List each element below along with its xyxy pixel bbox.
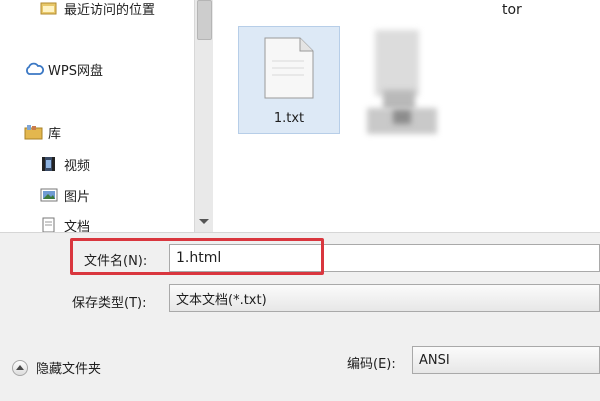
- scrollbar-thumb[interactable]: [197, 0, 212, 40]
- nav-label-wps: WPS网盘: [48, 63, 103, 79]
- text-file-icon: [264, 37, 314, 99]
- nav-item-docs[interactable]: 文档: [40, 213, 90, 232]
- hide-folders-toggle[interactable]: 隐藏文件夹: [12, 358, 101, 377]
- blurred-file-icon[interactable]: [365, 30, 455, 142]
- nav-item-pictures[interactable]: 图片: [40, 183, 90, 207]
- chevron-up-icon: [12, 359, 28, 376]
- file-list-area: tor 1.txt: [213, 0, 600, 232]
- nav-label-pictures: 图片: [64, 189, 91, 205]
- file-item[interactable]: 1.txt: [238, 26, 340, 134]
- nav-scrollbar[interactable]: [194, 0, 213, 232]
- highlight-box: [70, 238, 324, 275]
- cloud-icon: [24, 61, 44, 77]
- encoding-select[interactable]: ANSI: [412, 346, 600, 374]
- video-icon: [40, 156, 58, 172]
- file-partial-label: tor: [502, 2, 522, 18]
- nav-item-recent[interactable]: 最近访问的位置: [40, 0, 155, 20]
- nav-label-video: 视频: [64, 158, 91, 174]
- nav-item-wps[interactable]: WPS网盘: [24, 57, 103, 81]
- savetype-value: 文本文档(*.txt): [176, 292, 267, 308]
- file-name-label: 1.txt: [273, 111, 305, 126]
- nav-label-recent: 最近访问的位置: [64, 2, 156, 18]
- encoding-value: ANSI: [419, 352, 450, 368]
- savetype-select[interactable]: 文本文档(*.txt): [169, 284, 600, 312]
- pictures-icon: [40, 187, 58, 203]
- savetype-label: 保存类型(T):: [72, 296, 147, 311]
- nav-item-video[interactable]: 视频: [40, 152, 90, 176]
- navigation-pane: 最近访问的位置 WPS网盘 库 视频 图片 文档: [0, 0, 194, 232]
- recent-places-icon: [40, 0, 58, 16]
- encoding-label: 编码(E):: [347, 357, 396, 372]
- documents-icon: [40, 217, 58, 232]
- library-icon: [24, 124, 43, 140]
- nav-label-docs: 文档: [64, 219, 91, 233]
- nav-item-library[interactable]: 库: [24, 120, 61, 144]
- hide-folders-label: 隐藏文件夹: [36, 362, 102, 377]
- scroll-down-arrow-icon[interactable]: [199, 219, 209, 224]
- nav-label-library: 库: [48, 126, 62, 142]
